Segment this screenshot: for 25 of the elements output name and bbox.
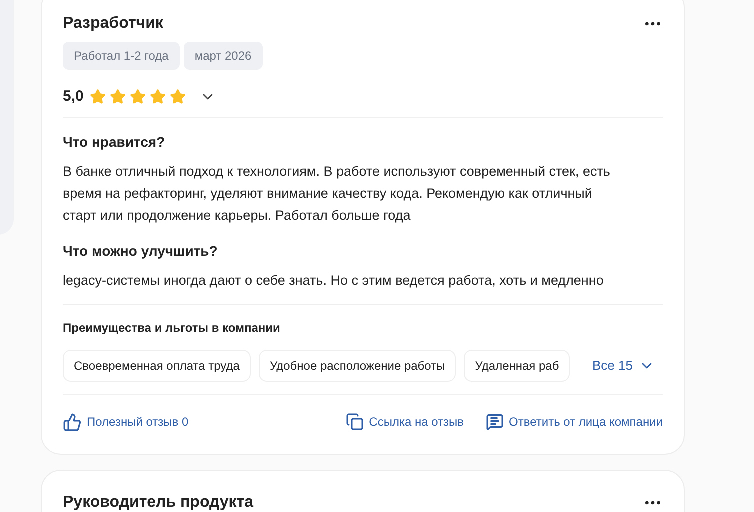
rating-value: 5,0 bbox=[63, 87, 84, 107]
star-icon bbox=[90, 89, 106, 106]
useful-button[interactable]: Полезный отзыв 0 bbox=[63, 412, 189, 432]
review-title: Руководитель продукта bbox=[63, 492, 254, 512]
show-all-button[interactable]: Все 15 bbox=[592, 356, 655, 376]
reply-button[interactable]: Ответить от лица компании bbox=[486, 413, 663, 431]
benefit-chip: Удобное расположение работы bbox=[258, 350, 456, 382]
tag: март 2026 bbox=[184, 42, 263, 70]
star-icon bbox=[170, 89, 186, 106]
section-heading: Что нравится? bbox=[63, 132, 166, 152]
section-text: В банке отличный подход к технологиям. В работе используют современный стек, есть время на рефакторинг, уделяют внимание качеству кода. Рекомендую как отличный старт или продолжение карьеры. Работал больше года bbox=[63, 162, 612, 225]
star-icon bbox=[130, 89, 146, 106]
benefit-chip: Своевременная оплата труда bbox=[63, 350, 251, 382]
chat-icon bbox=[486, 413, 504, 431]
section-heading: Что можно улучшить? bbox=[63, 242, 219, 261]
section-text: legacy-системы иногда дают о себе знать. Но с этим ведется работа, хоть и медленно bbox=[63, 272, 605, 290]
star-icon bbox=[150, 89, 166, 106]
benefit-chip: Удаленная раб bbox=[464, 350, 570, 382]
benefits-heading: Преимущества и льготы в компании bbox=[63, 320, 282, 336]
copy-icon bbox=[346, 413, 364, 431]
thumbs-up-icon bbox=[63, 412, 82, 432]
tag: Работал 1-2 года bbox=[63, 42, 180, 70]
review-title: Разработчик bbox=[63, 14, 164, 34]
star-icon bbox=[110, 89, 126, 106]
review-link-button[interactable]: Ссылка на отзыв bbox=[346, 413, 464, 431]
